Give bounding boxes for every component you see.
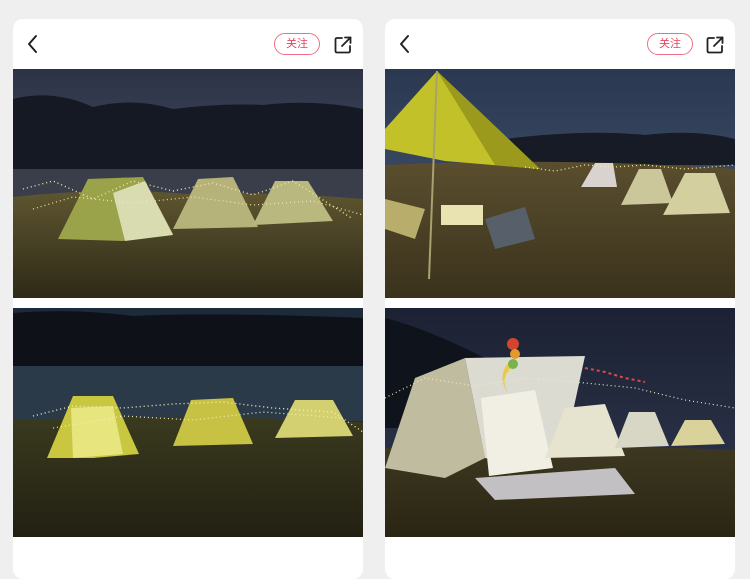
post-card-left: 关注 (13, 19, 363, 579)
chevron-left-icon (28, 35, 37, 53)
photo-lakeside-tents[interactable] (13, 69, 363, 298)
photo-gap (385, 298, 735, 308)
back-button[interactable] (397, 34, 413, 54)
photo-tarp-camp[interactable] (385, 69, 735, 298)
back-button[interactable] (25, 34, 41, 54)
post-card-right: 关注 (385, 19, 735, 579)
photo-moon-star-tents[interactable] (385, 308, 735, 537)
photo-gap (13, 298, 363, 308)
follow-button[interactable]: 关注 (647, 33, 693, 55)
share-out-icon (706, 36, 724, 54)
share-button[interactable] (705, 35, 725, 55)
share-button[interactable] (333, 35, 353, 55)
photo-lit-tents[interactable] (13, 308, 363, 537)
follow-button[interactable]: 关注 (274, 33, 320, 55)
share-out-icon (334, 36, 352, 54)
chevron-left-icon (400, 35, 409, 53)
post-header: 关注 (13, 19, 363, 69)
post-header: 关注 (385, 19, 735, 69)
